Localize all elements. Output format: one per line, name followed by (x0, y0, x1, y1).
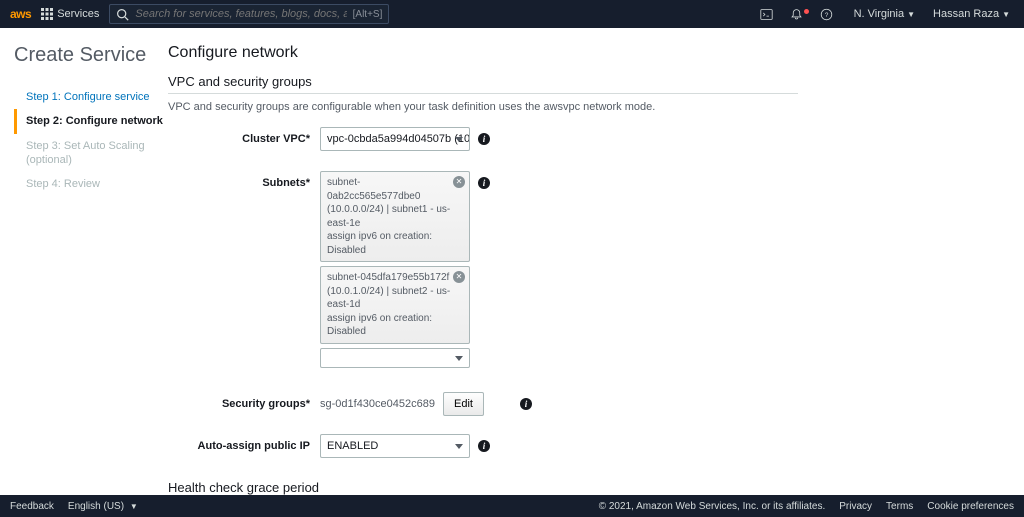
chevron-down-icon: ▼ (1002, 10, 1010, 19)
step-1[interactable]: Step 1: Configure service (14, 85, 168, 109)
cluster-vpc-dropdown[interactable]: vpc-0cbda5a994d04507b (10.0.0.0... (320, 127, 470, 151)
cookie-preferences-link[interactable]: Cookie preferences (927, 501, 1014, 512)
step-2[interactable]: Step 2: Configure network (14, 109, 168, 133)
footer: Feedback English (US) ▼ © 2021, Amazon W… (0, 495, 1024, 517)
subnet-2-text: subnet-045dfa179e55b172f (10.0.1.0/24) |… (327, 272, 450, 337)
public-ip-value: ENABLED (327, 440, 378, 452)
subnet-chip-1: subnet-0ab2cc565e577dbe0 (10.0.0.0/24) |… (320, 171, 470, 262)
grid-icon (41, 8, 53, 20)
vpc-section-desc: VPC and security groups are configurable… (168, 100, 798, 115)
info-icon[interactable]: i (478, 177, 490, 189)
search-bar[interactable]: [Alt+S] (109, 4, 389, 24)
edit-security-groups-button[interactable]: Edit (443, 392, 484, 416)
copyright-text: © 2021, Amazon Web Services, Inc. or its… (599, 501, 826, 512)
security-groups-label: Security groups* (168, 392, 320, 410)
aws-logo[interactable]: aws (10, 7, 31, 21)
search-icon (116, 8, 129, 21)
public-ip-dropdown[interactable]: ENABLED (320, 434, 470, 458)
user-menu[interactable]: Hassan Raza▼ (929, 8, 1014, 20)
info-icon[interactable]: i (520, 398, 532, 410)
chevron-down-icon: ▼ (907, 10, 915, 19)
chevron-down-icon: ▼ (130, 502, 138, 511)
remove-subnet-icon[interactable]: ✕ (453, 176, 465, 188)
wizard-steps: Step 1: Configure service Step 2: Config… (14, 85, 168, 196)
remove-subnet-icon[interactable]: ✕ (453, 271, 465, 283)
search-input[interactable] (135, 8, 346, 20)
feedback-link[interactable]: Feedback (10, 501, 54, 512)
region-selector[interactable]: N. Virginia▼ (850, 8, 919, 20)
cloudshell-icon[interactable] (760, 8, 780, 21)
region-label: N. Virginia (854, 8, 905, 20)
page-title: Create Service (14, 44, 168, 67)
subnets-label: Subnets* (168, 171, 320, 189)
step-3: Step 3: Set Auto Scaling (optional) (14, 134, 168, 173)
subnet-1-text: subnet-0ab2cc565e577dbe0 (10.0.0.0/24) |… (327, 177, 450, 256)
configure-network-heading: Configure network (168, 44, 798, 62)
public-ip-label: Auto-assign public IP (168, 434, 320, 452)
privacy-link[interactable]: Privacy (839, 501, 872, 512)
services-label: Services (57, 8, 99, 20)
language-label: English (US) (68, 501, 124, 512)
notifications-icon[interactable] (790, 8, 810, 21)
user-label: Hassan Raza (933, 8, 999, 20)
help-icon[interactable]: ? (820, 8, 840, 21)
cluster-vpc-label: Cluster VPC* (168, 127, 320, 145)
subnet-chip-2: subnet-045dfa179e55b172f (10.0.1.0/24) |… (320, 266, 470, 344)
vpc-section-title: VPC and security groups (168, 74, 798, 94)
top-nav: aws Services [Alt+S] ? N. Virginia▼ Hass… (0, 0, 1024, 28)
info-icon[interactable]: i (478, 133, 490, 145)
language-selector[interactable]: English (US) ▼ (68, 501, 138, 512)
terms-link[interactable]: Terms (886, 501, 913, 512)
notification-badge (804, 9, 809, 14)
svg-text:?: ? (824, 11, 828, 18)
security-group-value: sg-0d1f430ce0452c689 (320, 398, 435, 410)
info-icon[interactable]: i (478, 440, 490, 452)
subnet-dropdown[interactable] (320, 348, 470, 368)
search-shortcut: [Alt+S] (353, 9, 383, 20)
step-4: Step 4: Review (14, 172, 168, 196)
cluster-vpc-value: vpc-0cbda5a994d04507b (10.0.0.0... (327, 133, 470, 145)
services-menu[interactable]: Services (41, 8, 99, 20)
health-section-title: Health check grace period (168, 480, 798, 495)
